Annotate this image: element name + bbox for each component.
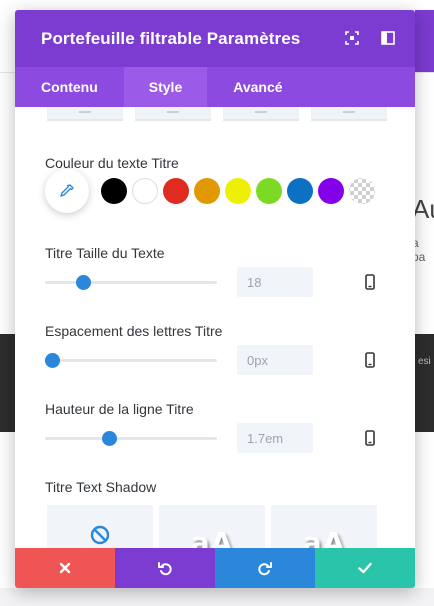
- header-actions: [345, 31, 395, 45]
- alignment-option[interactable]: [47, 107, 123, 121]
- font-size-input[interactable]: 18: [237, 267, 313, 297]
- letter-spacing-label: Espacement des lettres Titre: [45, 323, 223, 339]
- tab-contenu[interactable]: Contenu: [15, 67, 124, 107]
- letter-spacing-control: 0px: [45, 345, 385, 375]
- line-height-slider-track[interactable]: [45, 437, 217, 440]
- tab-avance[interactable]: Avancé: [207, 67, 308, 107]
- color-picker-button[interactable]: [45, 169, 89, 213]
- undo-icon: [158, 562, 172, 576]
- alignment-option[interactable]: [223, 107, 299, 121]
- swatch-red[interactable]: [163, 178, 189, 204]
- letter-spacing-input[interactable]: 0px: [237, 345, 313, 375]
- settings-modal: Portefeuille filtrable Paramètres Conten…: [15, 10, 415, 588]
- alignment-option[interactable]: [311, 107, 387, 121]
- letter-spacing-slider-track[interactable]: [45, 359, 217, 362]
- modal-tabs: Contenu Style Avancé: [15, 67, 415, 107]
- swatch-yellow[interactable]: [225, 178, 251, 204]
- alignment-options-partial: [47, 107, 387, 121]
- shadow-preview-text: aA: [190, 525, 234, 549]
- shadow-preview-text: aA: [302, 525, 346, 549]
- no-icon: [90, 525, 110, 545]
- shadow-option-preset-1[interactable]: aA: [159, 505, 265, 548]
- background-bottom: [0, 588, 434, 606]
- font-size-slider-track[interactable]: [45, 281, 217, 284]
- background-dark-text: esi: [418, 356, 431, 367]
- tab-style[interactable]: Style: [123, 67, 208, 107]
- responsive-phone-icon[interactable]: [365, 430, 375, 451]
- swatch-orange[interactable]: [194, 178, 220, 204]
- swatch-white[interactable]: [132, 178, 158, 204]
- swatch-transparent[interactable]: [349, 178, 375, 204]
- modal-header: Portefeuille filtrable Paramètres: [15, 10, 415, 67]
- title-font-size-label: Titre Taille du Texte: [45, 245, 165, 261]
- background-text: a pa: [412, 236, 426, 264]
- line-height-control: 1.7em: [45, 423, 385, 453]
- shadow-option-preset-2[interactable]: aA: [271, 505, 377, 548]
- responsive-phone-icon[interactable]: [365, 352, 375, 373]
- settings-body: Couleur du texte Titre Titre Taille du T…: [15, 107, 415, 548]
- alignment-option[interactable]: [135, 107, 211, 121]
- font-size-slider-thumb[interactable]: [76, 275, 92, 290]
- sidebar-toggle-icon[interactable]: [381, 31, 395, 45]
- line-height-input[interactable]: 1.7em: [237, 423, 313, 453]
- background-heading: Au: [412, 194, 434, 224]
- responsive-phone-icon[interactable]: [365, 274, 375, 295]
- redo-button[interactable]: [215, 548, 315, 588]
- undo-button[interactable]: [115, 548, 215, 588]
- color-swatches: [45, 169, 380, 213]
- expand-icon[interactable]: [345, 31, 359, 45]
- close-icon: [59, 562, 71, 574]
- swatch-green[interactable]: [256, 178, 282, 204]
- line-height-slider-thumb[interactable]: [101, 431, 117, 446]
- shadow-option-none[interactable]: [47, 505, 153, 548]
- line-height-label: Hauteur de la ligne Titre: [45, 401, 194, 417]
- font-size-control: 18: [45, 267, 385, 297]
- text-shadow-label: Titre Text Shadow: [45, 479, 157, 495]
- eyedropper-icon: [60, 184, 74, 197]
- swatch-black[interactable]: [101, 178, 127, 204]
- cancel-button[interactable]: [15, 548, 115, 588]
- modal-title: Portefeuille filtrable Paramètres: [41, 28, 301, 48]
- save-button[interactable]: [315, 548, 415, 588]
- letter-spacing-slider-thumb[interactable]: [45, 353, 60, 368]
- redo-icon: [258, 562, 272, 576]
- check-icon: [358, 562, 372, 574]
- swatch-blue[interactable]: [287, 178, 313, 204]
- swatch-purple[interactable]: [318, 178, 344, 204]
- text-shadow-presets: aA aA: [47, 505, 377, 548]
- background-purple-bar: [415, 10, 434, 72]
- modal-footer: [15, 548, 415, 588]
